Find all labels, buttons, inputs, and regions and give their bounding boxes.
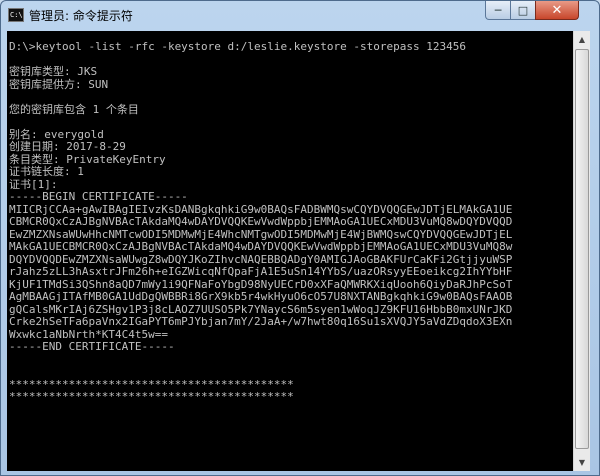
console-line: Crke2hSeTFa6paVnx2IGaPYT6mPJYbjan7mY/2Ja… (9, 315, 513, 328)
console-line: 证书链长度: 1 (9, 165, 84, 178)
cmd-icon[interactable]: C:\ (8, 8, 24, 22)
vertical-scrollbar[interactable]: ▲ ▼ (573, 31, 590, 471)
scroll-down-arrow-icon[interactable]: ▼ (574, 454, 590, 471)
window-title: 管理员: 命令提示符 (29, 9, 133, 23)
console-line: 条目类型: PrivateKeyEntry (9, 152, 166, 166)
command-prompt-window: C:\ 管理员: 命令提示符 ─ □ ✕ D:\>keytool -list -… (0, 0, 600, 476)
console-output[interactable]: D:\>keytool -list -rfc -keystore d:/lesl… (7, 31, 573, 471)
console-line: -----BEGIN CERTIFICATE----- (9, 190, 188, 203)
console-line: MAkGA1UECBMCR0QxCzAJBgNVBAcTAkdaMQ4wDAYD… (9, 240, 513, 253)
scroll-up-arrow-icon[interactable]: ▲ (574, 31, 590, 48)
maximize-button[interactable]: □ (510, 1, 536, 20)
minimize-button[interactable]: ─ (485, 1, 511, 20)
console-line: 创建日期: 2017-8-29 (9, 140, 126, 153)
console-line: 密钥库提供方: SUN (9, 77, 109, 91)
close-button[interactable]: ✕ (535, 1, 579, 20)
console-line: rJahz5zLL3hAsxtrJFm26h+eIGZWicqNfQpaFjA1… (9, 265, 513, 278)
console-line: ****************************************… (9, 390, 294, 403)
title-bar[interactable]: C:\ 管理员: 命令提示符 ─ □ ✕ (1, 1, 599, 31)
scrollbar-thumb[interactable] (575, 49, 589, 449)
console-line: D:\>keytool -list -rfc -keystore d:/lesl… (9, 40, 466, 53)
console-line: 密钥库类型: JKS (9, 65, 98, 78)
console-line: 您的密钥库包含 1 个条目 (9, 102, 139, 116)
console-line: CBMCR0QxCzAJBgNVBAcTAkdaMQ4wDAYDVQQKEwVw… (9, 215, 513, 228)
console-line: AgMBAAGjITAfMB0GA1UdDgQWBBRi8GrX9kb5r4wk… (9, 290, 513, 303)
console-line: -----END CERTIFICATE----- (9, 340, 175, 353)
